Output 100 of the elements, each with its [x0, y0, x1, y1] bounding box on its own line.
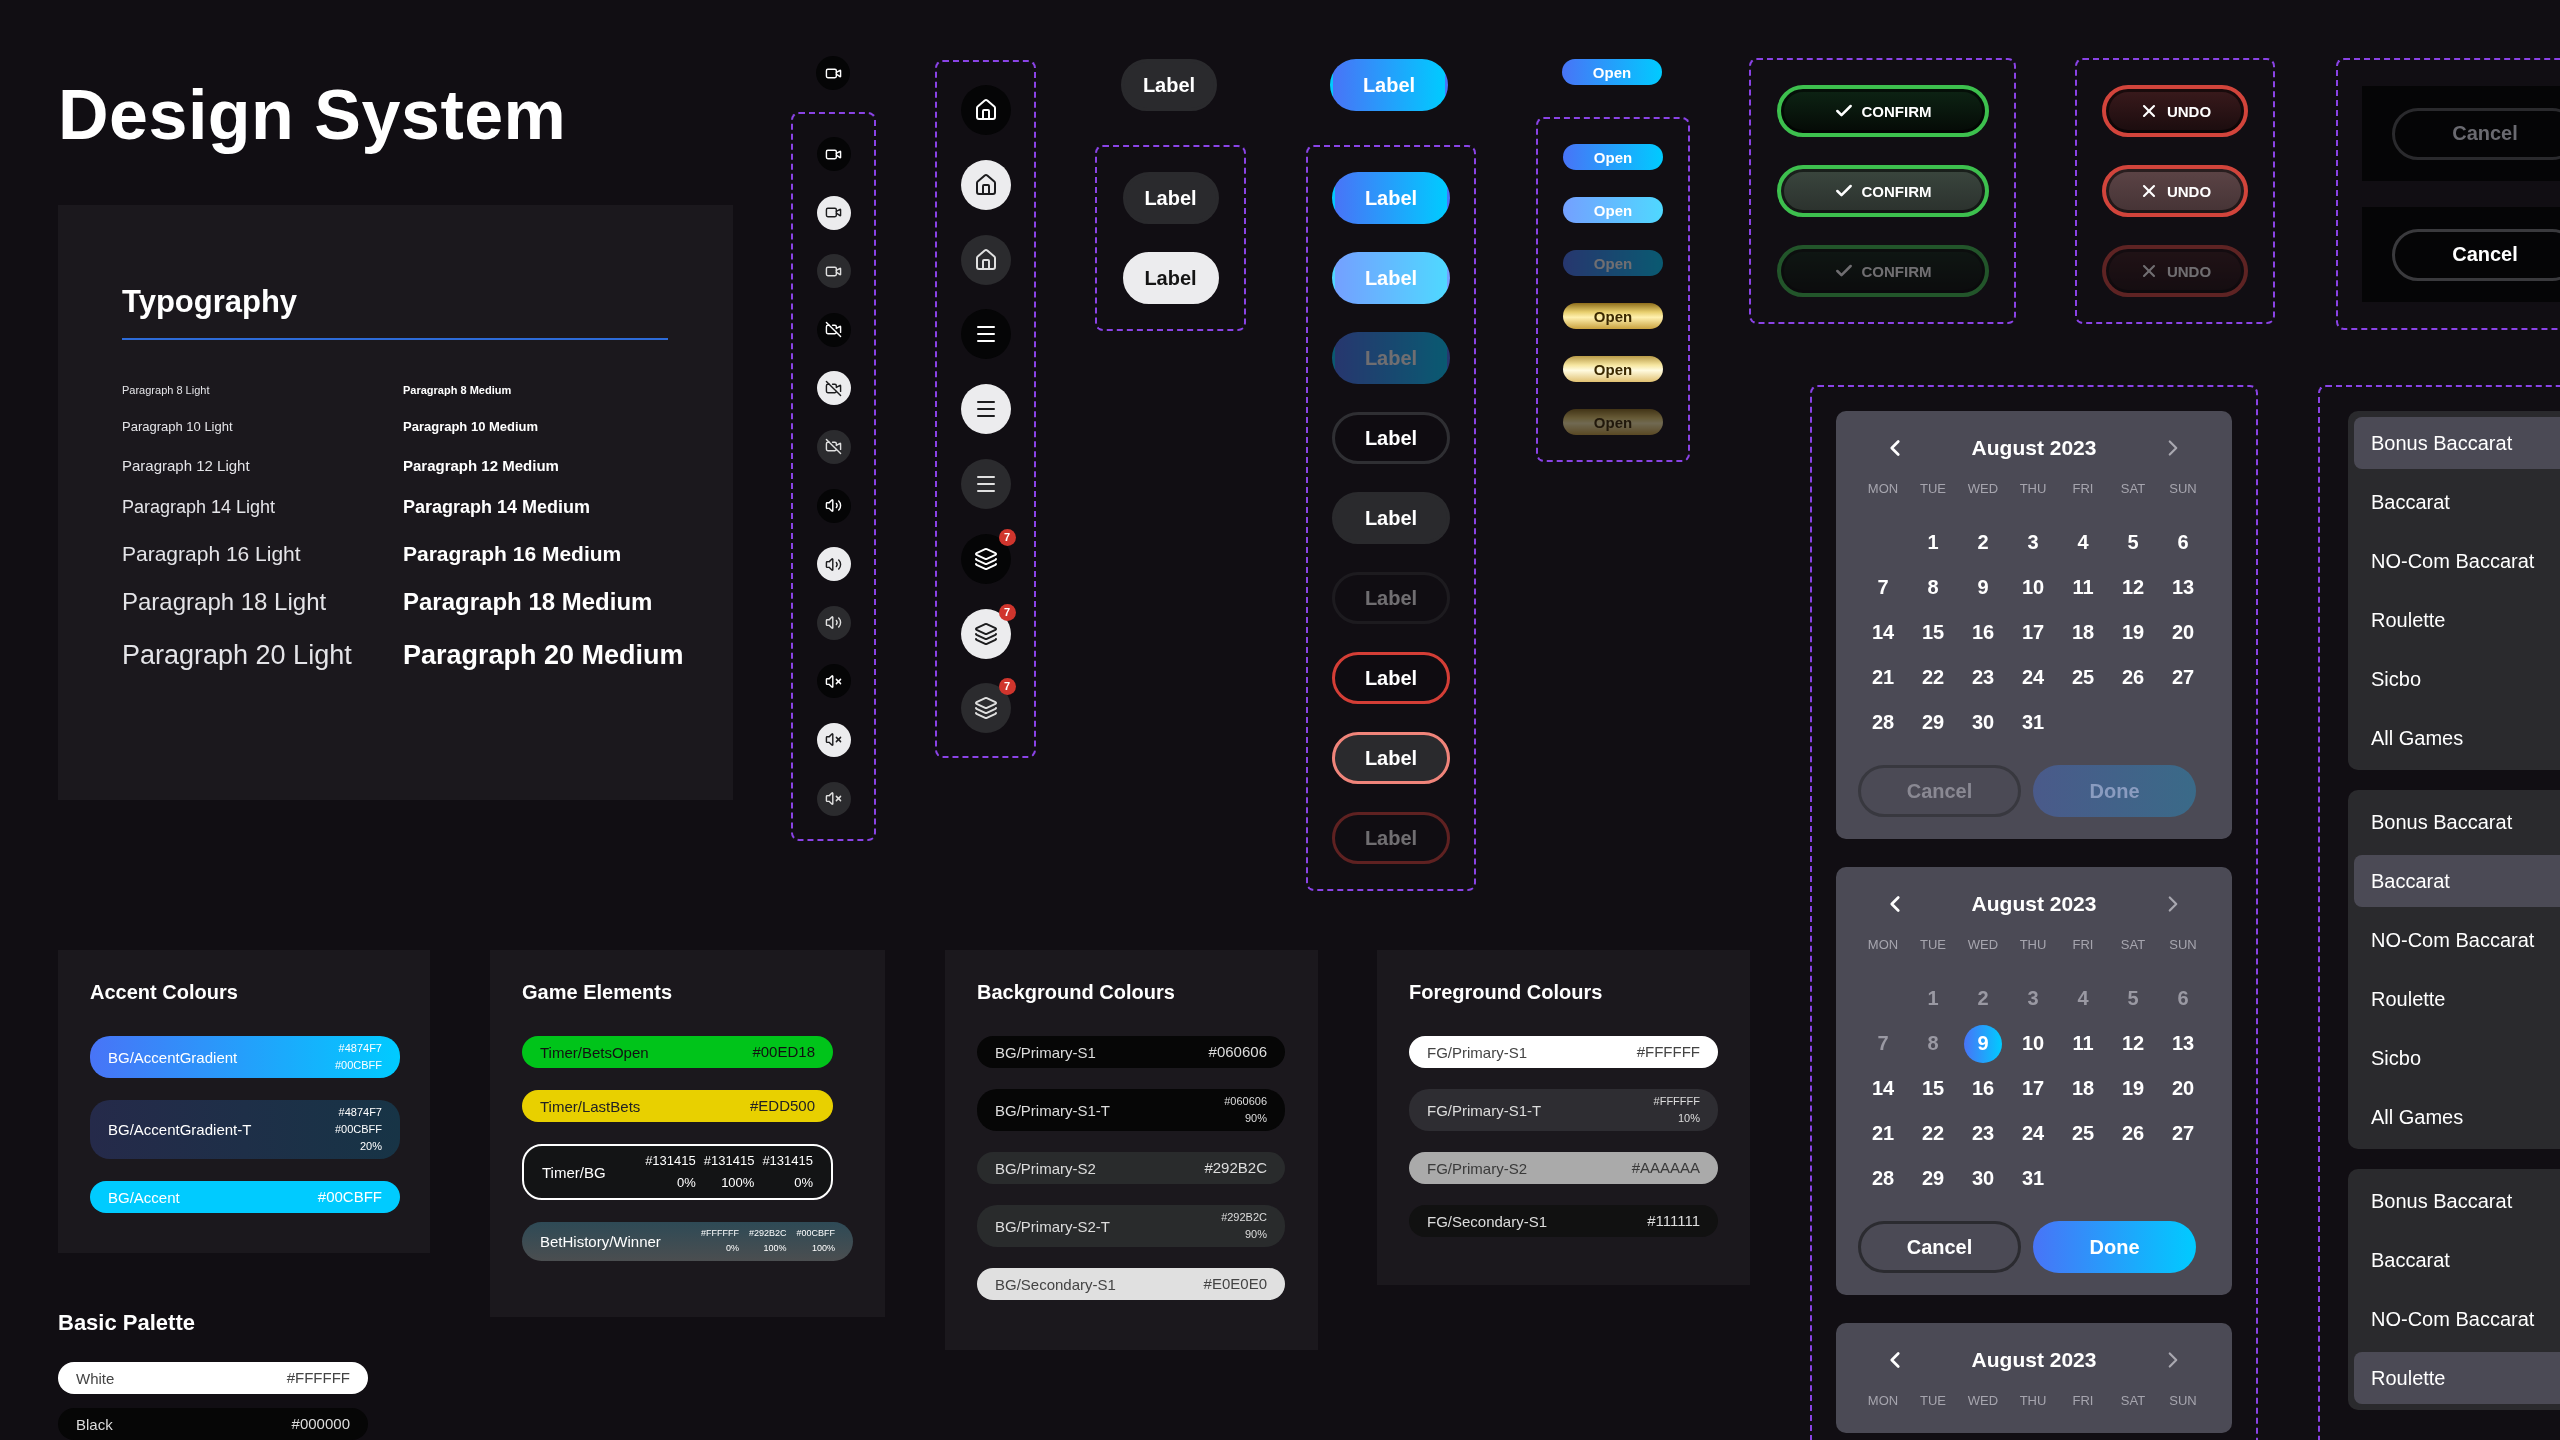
menu-button[interactable] [960, 459, 1011, 509]
game-list-item[interactable]: Sicbo [2354, 653, 2560, 705]
calendar-day[interactable]: 27 [2164, 658, 2202, 697]
camera-off-button[interactable] [816, 371, 851, 406]
calendar-day[interactable]: 12 [2114, 1024, 2152, 1063]
calendar-day[interactable]: 18 [2064, 1069, 2102, 1108]
sound-button[interactable] [816, 547, 851, 582]
calendar-day[interactable]: 15 [1914, 613, 1952, 652]
calendar-day[interactable]: 19 [2114, 613, 2152, 652]
label-button[interactable]: Label [1122, 252, 1219, 304]
label-button[interactable]: Label [1122, 172, 1219, 224]
camera-button[interactable] [816, 137, 851, 171]
calendar-day[interactable]: 17 [2014, 613, 2052, 652]
calendar-day[interactable]: 16 [1964, 613, 2002, 652]
label-button[interactable]: Label [1332, 412, 1450, 464]
open-button[interactable]: Open [1563, 303, 1663, 329]
calendar-day[interactable]: 13 [2164, 1024, 2202, 1063]
camera-off-button[interactable] [816, 429, 851, 464]
game-list-item[interactable]: Bonus Baccarat [2354, 417, 2560, 469]
calendar-day[interactable]: 9 [1964, 568, 2002, 607]
calendar-day[interactable]: 24 [2014, 1114, 2052, 1153]
confirm-button[interactable]: CONFIRM [1776, 165, 1989, 217]
calendar-day[interactable]: 17 [2014, 1069, 2052, 1108]
calendar-day[interactable]: 21 [1864, 1114, 1902, 1153]
calendar-day[interactable]: 10 [2014, 1024, 2052, 1063]
calendar-day[interactable]: 18 [2064, 613, 2102, 652]
game-list-item[interactable]: Baccarat [2354, 855, 2560, 907]
camera-button[interactable] [816, 254, 851, 289]
calendar-day[interactable]: 12 [2114, 568, 2152, 607]
mute-button[interactable] [816, 722, 851, 757]
calendar-day[interactable]: 15 [1914, 1069, 1952, 1108]
camera-off-button[interactable] [816, 312, 851, 347]
calendar-day[interactable]: 11 [2064, 568, 2102, 607]
mute-button[interactable] [816, 664, 851, 699]
home-button[interactable] [960, 85, 1011, 135]
calendar-day[interactable]: 14 [1864, 1069, 1902, 1108]
calendar-day[interactable]: 25 [2064, 1114, 2102, 1153]
calendar-day[interactable]: 10 [2014, 568, 2052, 607]
calendar-day[interactable]: 13 [2164, 568, 2202, 607]
calendar-day[interactable]: 28 [1864, 703, 1902, 742]
calendar-day[interactable]: 11 [2064, 1024, 2102, 1063]
calendar-day[interactable]: 28 [1864, 1159, 1902, 1198]
calendar-day[interactable]: 23 [1964, 1114, 2002, 1153]
calendar-day[interactable]: 8 [1914, 568, 1952, 607]
game-list-item[interactable]: Bonus Baccarat [2354, 796, 2560, 848]
camera-button[interactable] [816, 56, 850, 90]
game-list-item[interactable]: All Games [2354, 712, 2560, 764]
game-list-item[interactable]: Baccarat [2354, 476, 2560, 528]
calendar-day[interactable]: 3 [2014, 523, 2052, 562]
calendar-day[interactable]: 20 [2164, 613, 2202, 652]
layers-button[interactable] [960, 608, 1011, 659]
game-list-item[interactable]: NO-Com Baccarat [2354, 535, 2560, 587]
game-list-item[interactable]: NO-Com Baccarat [2354, 914, 2560, 966]
cancel-button[interactable]: Cancel [1858, 1221, 2021, 1273]
game-list-item[interactable]: Sicbo [2354, 1032, 2560, 1084]
calendar-day[interactable]: 30 [1964, 703, 2002, 742]
calendar-day[interactable]: 31 [2014, 1159, 2052, 1198]
calendar-day[interactable]: 16 [1964, 1069, 2002, 1108]
mute-button[interactable] [816, 781, 851, 816]
calendar-day[interactable]: 29 [1914, 1159, 1952, 1198]
calendar-day[interactable]: 24 [2014, 658, 2052, 697]
confirm-button[interactable]: CONFIRM [1776, 85, 1989, 137]
calendar-day[interactable]: 31 [2014, 703, 2052, 742]
camera-button[interactable] [816, 195, 851, 230]
calendar-day[interactable]: 26 [2114, 658, 2152, 697]
calendar-day[interactable]: 6 [2164, 523, 2202, 562]
game-list-item[interactable]: All Games [2354, 1091, 2560, 1143]
game-list-item[interactable]: Bonus Baccarat [2354, 1175, 2560, 1227]
layers-button[interactable] [960, 533, 1011, 584]
label-button[interactable]: Label [1332, 492, 1450, 544]
sound-button[interactable] [816, 605, 851, 640]
sound-button[interactable] [816, 488, 851, 523]
cancel-button[interactable]: Cancel [2392, 228, 2560, 281]
game-list-item[interactable]: Roulette [2354, 973, 2560, 1025]
calendar-day[interactable]: 29 [1914, 703, 1952, 742]
game-list-item[interactable]: Roulette [2354, 1352, 2560, 1404]
calendar-day[interactable]: 22 [1914, 1114, 1952, 1153]
calendar-day[interactable]: 30 [1964, 1159, 2002, 1198]
calendar-day[interactable]: 22 [1914, 658, 1952, 697]
calendar-day[interactable]: 27 [2164, 1114, 2202, 1153]
calendar-day[interactable]: 21 [1864, 658, 1902, 697]
label-button[interactable]: Label [1332, 652, 1450, 704]
calendar-day[interactable]: 1 [1914, 523, 1952, 562]
undo-button[interactable]: UNDO [2102, 165, 2248, 217]
calendar-day[interactable]: 23 [1964, 658, 2002, 697]
game-list-item[interactable]: NO-Com Baccarat [2354, 1293, 2560, 1345]
calendar-day[interactable]: 2 [1964, 523, 2002, 562]
game-list-item[interactable]: Baccarat [2354, 1234, 2560, 1286]
calendar-day[interactable]: 25 [2064, 658, 2102, 697]
calendar-day[interactable]: 5 [2114, 523, 2152, 562]
label-button[interactable]: Label [1332, 732, 1450, 784]
undo-button[interactable]: UNDO [2102, 85, 2248, 137]
calendar-day[interactable]: 14 [1864, 613, 1902, 652]
calendar-day[interactable]: 19 [2114, 1069, 2152, 1108]
label-button[interactable]: Label [1121, 59, 1217, 111]
calendar-day[interactable]: 26 [2114, 1114, 2152, 1153]
calendar-day[interactable]: 4 [2064, 523, 2102, 562]
open-button[interactable]: Open [1563, 356, 1663, 382]
game-list-item[interactable]: Roulette [2354, 594, 2560, 646]
calendar-day[interactable]: 7 [1864, 568, 1902, 607]
